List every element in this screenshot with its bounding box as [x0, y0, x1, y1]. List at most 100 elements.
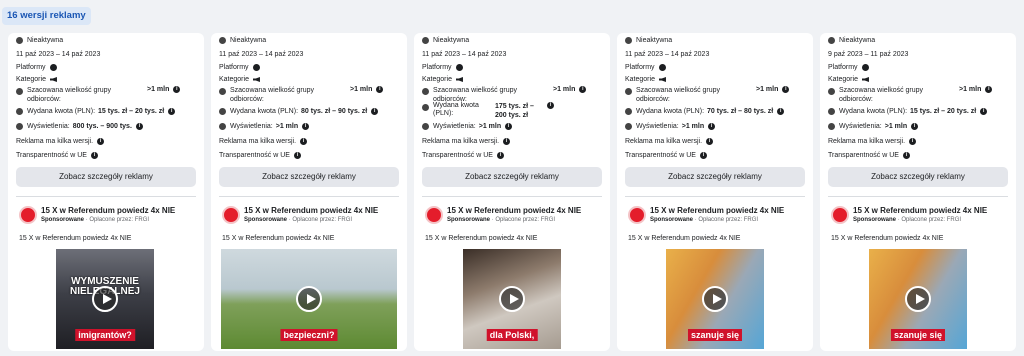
inactive-status-icon [16, 37, 23, 44]
eu-transparency-label: Transparentność w UE [16, 152, 87, 159]
money-icon [16, 108, 23, 115]
divider [219, 196, 399, 197]
info-icon[interactable]: i [135, 123, 143, 130]
page-name[interactable]: 15 X w Referendum powiedz 4x NIE [853, 206, 987, 215]
ad-body-text: 15 X w Referendum powiedz 4x NIE [425, 235, 538, 242]
megaphone-icon [49, 77, 57, 82]
see-ad-details-button[interactable]: Zobacz szczegóły reklamy [219, 167, 399, 187]
info-icon[interactable]: i [902, 152, 910, 159]
payer-name: FRGI [540, 217, 556, 223]
info-icon[interactable]: i [909, 138, 917, 145]
multi-version-note: Reklama ma kilka wersji. [625, 138, 703, 145]
info-icon[interactable]: i [911, 123, 919, 130]
multi-version-note: Reklama ma kilka wersji. [16, 138, 94, 145]
paid-by-label: · Opłacone przez: [491, 217, 540, 223]
platforms-label: Platformy [625, 64, 655, 71]
play-icon[interactable] [92, 286, 118, 312]
ad-card: Nieaktywna 11 paź 2023 – 14 paź 2023 Pla… [211, 33, 407, 351]
video-caption: szanuje się [687, 329, 743, 341]
play-icon[interactable] [499, 286, 525, 312]
sponsored-line: Sponsorowane · Opłacone przez: FRGI [447, 217, 555, 223]
sponsored-line: Sponsorowane · Opłacone przez: FRGI [41, 217, 149, 223]
status-label: Nieaktywna [27, 37, 64, 44]
page-name[interactable]: 15 X w Referendum powiedz 4x NIE [41, 206, 175, 215]
info-icon[interactable]: i [985, 86, 993, 93]
info-icon[interactable]: i [579, 86, 587, 93]
play-icon[interactable] [702, 286, 728, 312]
sponsored-line: Sponsorowane · Opłacone przez: FRGI [650, 217, 758, 223]
info-icon[interactable]: i [708, 123, 716, 130]
see-ad-details-button[interactable]: Zobacz szczegóły reklamy [16, 167, 196, 187]
info-icon[interactable]: i [547, 102, 554, 109]
ad-video-thumbnail[interactable]: szanuje się [869, 249, 967, 349]
see-ad-details-button[interactable]: Zobacz szczegóły reklamy [625, 167, 805, 187]
views-value: >1 mln [681, 123, 705, 130]
page-avatar[interactable] [222, 206, 240, 224]
play-icon[interactable] [905, 286, 931, 312]
facebook-icon [455, 64, 463, 71]
audience-value: >1 mln [756, 86, 779, 93]
run-dates: 11 paź 2023 – 14 paź 2023 [219, 51, 304, 58]
info-icon[interactable]: i [97, 138, 105, 145]
inactive-status-icon [422, 37, 429, 44]
info-icon[interactable]: i [706, 138, 714, 145]
eu-transparency-label: Transparentność w UE [422, 152, 493, 159]
versions-badge[interactable]: 16 wersji reklamy [2, 7, 91, 25]
spend-value: 15 tys. zł – 20 tys. zł [910, 108, 977, 115]
info-icon[interactable]: i [302, 123, 310, 130]
views-value: >1 mln [884, 123, 908, 130]
spend-label: Wydana kwota (PLN): [433, 102, 479, 117]
facebook-icon [252, 64, 260, 71]
play-icon[interactable] [296, 286, 322, 312]
spend-value: 80 tys. zł – 90 tys. zł [301, 108, 368, 115]
info-icon[interactable]: i [300, 138, 308, 145]
paid-by-label: · Opłacone przez: [85, 217, 134, 223]
page-avatar[interactable] [425, 206, 443, 224]
info-icon[interactable]: i [505, 123, 513, 130]
audience-value: >1 mln [350, 86, 373, 93]
page-name[interactable]: 15 X w Referendum powiedz 4x NIE [447, 206, 581, 215]
views-value: >1 mln [478, 123, 502, 130]
info-icon[interactable]: i [980, 108, 988, 115]
info-icon[interactable]: i [371, 108, 379, 115]
ad-video-thumbnail[interactable]: bezpieczni? [221, 249, 397, 349]
inactive-status-icon [828, 37, 835, 44]
page-avatar[interactable] [628, 206, 646, 224]
eye-icon [422, 123, 429, 130]
facebook-icon [861, 64, 869, 71]
eye-icon [16, 123, 23, 130]
page-avatar[interactable] [19, 206, 37, 224]
status-label: Nieaktywna [636, 37, 673, 44]
sponsored-label: Sponsorowane [41, 217, 85, 223]
info-icon[interactable]: i [90, 152, 98, 159]
ad-video-thumbnail[interactable]: szanuje się [666, 249, 764, 349]
page-avatar[interactable] [831, 206, 849, 224]
divider [828, 196, 1008, 197]
audience-label: Szacowana wielkość grupy odbiorców: [27, 87, 112, 103]
info-icon[interactable]: i [782, 86, 790, 93]
ad-card: Nieaktywna 11 paź 2023 – 14 paź 2023 Pla… [414, 33, 610, 351]
see-ad-details-button[interactable]: Zobacz szczegóły reklamy [422, 167, 602, 187]
audience-value: >1 mln [147, 86, 170, 93]
page-name[interactable]: 15 X w Referendum powiedz 4x NIE [650, 206, 784, 215]
categories-label: Kategorie [16, 76, 46, 83]
platforms-label: Platformy [219, 64, 249, 71]
views-label: Wyświetlenia: [636, 123, 679, 130]
views-label: Wyświetlenia: [230, 123, 273, 130]
page-name[interactable]: 15 X w Referendum powiedz 4x NIE [244, 206, 378, 215]
info-icon[interactable]: i [503, 138, 511, 145]
megaphone-icon [455, 77, 463, 82]
ad-video-thumbnail[interactable]: WYMUSZENIE NIELEGALNEJ imigrantów? [56, 249, 154, 349]
ad-video-thumbnail[interactable]: dla Polski, [463, 249, 561, 349]
info-icon[interactable]: i [496, 152, 504, 159]
platforms-label: Platformy [16, 64, 46, 71]
info-icon[interactable]: i [168, 108, 176, 115]
ad-body-text: 15 X w Referendum powiedz 4x NIE [628, 235, 741, 242]
sponsored-label: Sponsorowane [650, 217, 694, 223]
info-icon[interactable]: i [699, 152, 707, 159]
info-icon[interactable]: i [777, 108, 785, 115]
info-icon[interactable]: i [173, 86, 181, 93]
info-icon[interactable]: i [293, 152, 301, 159]
info-icon[interactable]: i [376, 86, 384, 93]
see-ad-details-button[interactable]: Zobacz szczegóły reklamy [828, 167, 1008, 187]
